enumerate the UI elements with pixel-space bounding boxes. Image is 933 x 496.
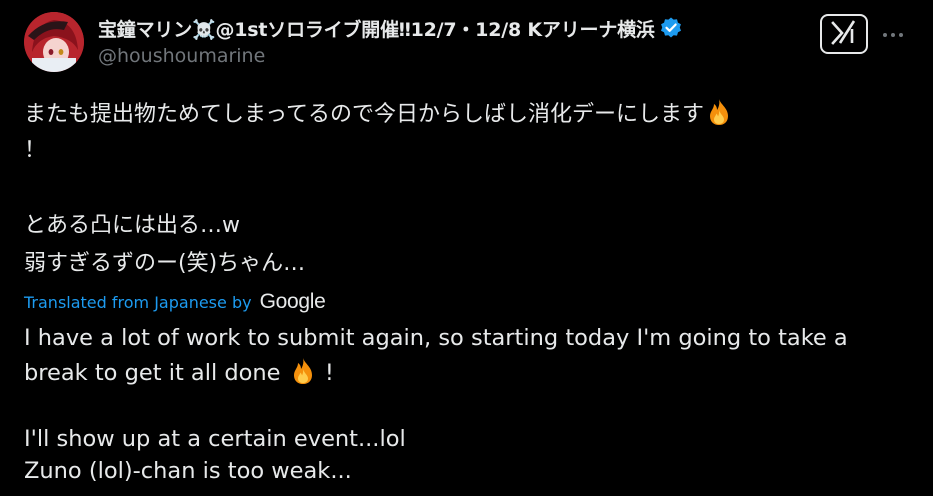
post-text: ！ bbox=[24, 138, 47, 163]
user-handle[interactable]: @houshoumarine bbox=[98, 45, 265, 67]
more-options-icon bbox=[883, 33, 887, 37]
more-options-button[interactable] bbox=[876, 20, 910, 50]
google-logo: Google bbox=[259, 290, 326, 313]
translated-text-line: break to get it all done ! bbox=[24, 355, 904, 391]
fire-emoji-icon bbox=[706, 98, 732, 126]
post-header: 宝鐘マリン☠️@1stソロライブ開催‼12/7・12/8 Kアリーナ横浜 @ho… bbox=[24, 10, 914, 72]
translated-text-line: I have a lot of work to submit again, so… bbox=[24, 320, 904, 356]
translated-text: I'll show up at a certain event...lol bbox=[24, 426, 406, 452]
grok-button[interactable] bbox=[820, 14, 868, 54]
translated-text: I have a lot of work to submit again, so… bbox=[24, 325, 848, 351]
translation-attribution: Translated from Japanese by Google bbox=[24, 288, 326, 316]
translated-text-line: I'll show up at a certain event...lol bbox=[24, 421, 904, 457]
more-options-icon-dot bbox=[891, 33, 895, 37]
avatar[interactable] bbox=[24, 12, 84, 72]
translated-text: break to get it all done bbox=[24, 360, 281, 386]
post-text-line: 弱すぎるずのー(笑)ちゃん… bbox=[24, 246, 904, 282]
post-text: またも提出物ためてしまってるので今日からしばし消化デーにします bbox=[24, 102, 705, 127]
translated-text: Zuno (lol)-chan is too weak... bbox=[24, 458, 352, 484]
post-text-line: とある凸には出る…w bbox=[24, 208, 904, 244]
post-text-line: ！ bbox=[24, 133, 904, 169]
translated-text-line: Zuno (lol)-chan is too weak... bbox=[24, 453, 904, 489]
translated-from-link[interactable]: Translated from Japanese by bbox=[24, 293, 252, 312]
translated-text: ! bbox=[324, 360, 334, 386]
verified-badge-icon[interactable] bbox=[659, 16, 683, 40]
post-text: 弱すぎるずのー(笑)ちゃん… bbox=[24, 251, 306, 276]
grok-icon bbox=[829, 19, 859, 49]
post-text: とある凸には出る…w bbox=[24, 213, 240, 238]
display-name[interactable]: 宝鐘マリン☠️@1stソロライブ開催‼12/7・12/8 Kアリーナ横浜 bbox=[98, 15, 655, 42]
post-text-line: またも提出物ためてしまってるので今日からしばし消化デーにします bbox=[24, 97, 904, 133]
fire-emoji-icon bbox=[290, 357, 316, 385]
more-options-icon-dot bbox=[899, 33, 903, 37]
display-name-row: 宝鐘マリン☠️@1stソロライブ開催‼12/7・12/8 Kアリーナ横浜 bbox=[98, 13, 683, 43]
